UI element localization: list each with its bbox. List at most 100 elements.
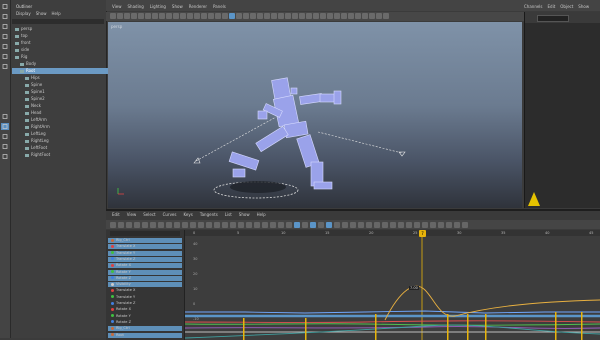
graph-tool-icon[interactable]: [126, 222, 132, 228]
graph-tool-icon[interactable]: [342, 222, 348, 228]
viewport-tool-icon[interactable]: [313, 13, 319, 19]
ge-menu-view[interactable]: View: [127, 212, 137, 219]
viewport-tool-icon[interactable]: [215, 13, 221, 19]
ge-menu-tangents[interactable]: Tangents: [200, 212, 218, 219]
graph-tool-icon[interactable]: [318, 222, 324, 228]
viewport-tool-icon[interactable]: [383, 13, 389, 19]
menu-view[interactable]: View: [112, 4, 122, 9]
viewport-tool-icon[interactable]: [355, 13, 361, 19]
viewport-tool-icon[interactable]: [299, 13, 305, 19]
outliner-item[interactable]: Hips: [12, 75, 117, 81]
channel-row[interactable]: Root: [108, 332, 182, 338]
viewport-tool-icon[interactable]: [124, 13, 130, 19]
viewport-tool-icon[interactable]: [194, 13, 200, 19]
ge-menu-select[interactable]: Select: [143, 212, 155, 219]
outliner-menu-display[interactable]: Display: [16, 11, 31, 16]
graph-tool-icon[interactable]: [174, 222, 180, 228]
paint-icon[interactable]: [1, 43, 9, 50]
viewport-tool-icon[interactable]: [138, 13, 144, 19]
viewport-tool-icon[interactable]: [208, 13, 214, 19]
magnet-icon[interactable]: [1, 113, 9, 120]
viewport-tool-icon[interactable]: [285, 13, 291, 19]
frame-icon[interactable]: [1, 123, 9, 130]
graph-tool-icon[interactable]: [374, 222, 380, 228]
scale-icon[interactable]: [1, 33, 9, 40]
outliner-item[interactable]: Rig: [12, 54, 107, 60]
menu-edit[interactable]: Edit: [548, 4, 556, 9]
viewport-tool-icon[interactable]: [257, 13, 263, 19]
layout-icon[interactable]: [1, 153, 9, 160]
viewport-tool-icon[interactable]: [229, 13, 235, 19]
graph-tool-icon[interactable]: [326, 222, 332, 228]
lasso-icon[interactable]: [1, 53, 9, 60]
channel-filter-input[interactable]: [110, 231, 180, 236]
menu-lighting[interactable]: Lighting: [150, 4, 166, 9]
graph-tool-icon[interactable]: [430, 222, 436, 228]
graph-tool-icon[interactable]: [438, 222, 444, 228]
viewport-tool-icon[interactable]: [173, 13, 179, 19]
viewport-tool-icon[interactable]: [145, 13, 151, 19]
viewport-tool-icon[interactable]: [271, 13, 277, 19]
viewport-tool-icon[interactable]: [180, 13, 186, 19]
menu-object[interactable]: Object: [560, 4, 573, 9]
channel-row[interactable]: Rotate Y: [108, 269, 182, 275]
graph-tool-icon[interactable]: [222, 222, 228, 228]
viewport-tool-icon[interactable]: [222, 13, 228, 19]
graph-tool-icon[interactable]: [358, 222, 364, 228]
outliner-item[interactable]: Root: [12, 68, 112, 74]
graph-tool-icon[interactable]: [198, 222, 204, 228]
graph-tool-icon[interactable]: [422, 222, 428, 228]
outliner-item[interactable]: Body: [12, 61, 112, 67]
ge-menu-show[interactable]: Show: [239, 212, 250, 219]
graph-tool-icon[interactable]: [142, 222, 148, 228]
channel-row[interactable]: Rig_Ctrl: [108, 238, 182, 243]
ge-menu-help[interactable]: Help: [257, 212, 266, 219]
graph-tool-icon[interactable]: [278, 222, 284, 228]
menu-renderer[interactable]: Renderer: [189, 4, 207, 9]
ge-menu-edit[interactable]: Edit: [112, 212, 120, 219]
graph-tool-icon[interactable]: [406, 222, 412, 228]
current-frame-indicator[interactable]: 7: [419, 230, 426, 237]
viewport-tool-icon[interactable]: [376, 13, 382, 19]
channel-row[interactable]: Translate X: [108, 288, 182, 293]
viewport-tool-icon[interactable]: [152, 13, 158, 19]
graph-tool-icon[interactable]: [150, 222, 156, 228]
graph-tool-icon[interactable]: [214, 222, 220, 228]
viewport-tool-icon[interactable]: [250, 13, 256, 19]
cube-icon[interactable]: [1, 133, 9, 140]
outliner-item[interactable]: LeftLeg: [12, 131, 117, 137]
graph-tool-icon[interactable]: [230, 222, 236, 228]
outliner-search-input[interactable]: [12, 19, 104, 24]
graph-tool-icon[interactable]: [294, 222, 300, 228]
channel-row[interactable]: Translate X: [108, 244, 182, 250]
graph-tool-icon[interactable]: [118, 222, 124, 228]
graph-tool-icon[interactable]: [366, 222, 372, 228]
rig-icon[interactable]: [1, 63, 9, 70]
graph-tool-icon[interactable]: [454, 222, 460, 228]
outliner-item[interactable]: front: [12, 40, 107, 46]
outliner-item[interactable]: Spine: [12, 82, 117, 88]
channel-row[interactable]: Visibility: [108, 282, 182, 288]
channel-row[interactable]: Rotate X: [108, 307, 182, 312]
channel-row[interactable]: Translate Y: [108, 295, 182, 300]
channel-row[interactable]: Rig_Ctrl: [108, 326, 182, 332]
graph-tool-icon[interactable]: [110, 222, 116, 228]
viewport-tool-icon[interactable]: [159, 13, 165, 19]
viewport-tool-icon[interactable]: [187, 13, 193, 19]
outliner-item[interactable]: RightFoot: [12, 152, 117, 158]
viewport-tool-icon[interactable]: [243, 13, 249, 19]
graph-tool-icon[interactable]: [390, 222, 396, 228]
viewport-tool-icon[interactable]: [166, 13, 172, 19]
viewport-tool-icon[interactable]: [110, 13, 116, 19]
viewport-tool-icon[interactable]: [201, 13, 207, 19]
graph-tool-icon[interactable]: [398, 222, 404, 228]
graph-tool-icon[interactable]: [270, 222, 276, 228]
viewport-tool-icon[interactable]: [278, 13, 284, 19]
channel-row[interactable]: Rotate Z: [108, 275, 182, 281]
menu-show-right[interactable]: Show: [578, 4, 589, 9]
graph-tool-icon[interactable]: [246, 222, 252, 228]
graph-tool-icon[interactable]: [158, 222, 164, 228]
viewport-tool-icon[interactable]: [306, 13, 312, 19]
channel-row[interactable]: Rotate Y: [108, 314, 182, 319]
viewport-tool-icon[interactable]: [341, 13, 347, 19]
